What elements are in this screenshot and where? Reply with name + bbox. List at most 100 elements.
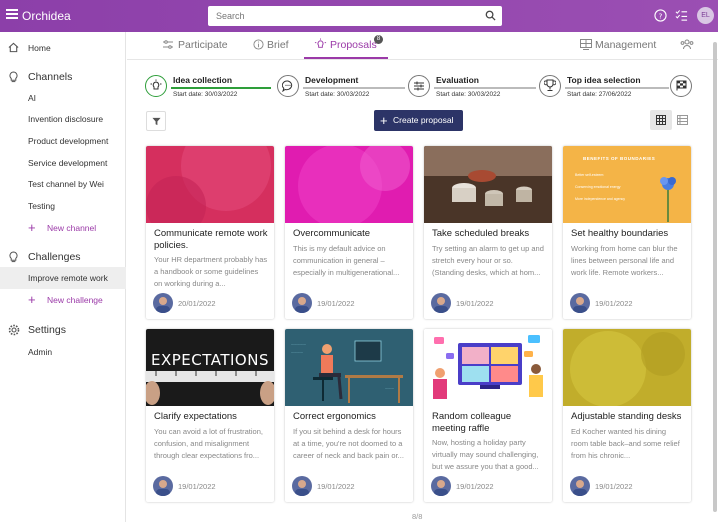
participate-icon — [163, 40, 173, 49]
stage-circle — [539, 75, 561, 97]
proposals-count-badge: 8 — [374, 35, 383, 44]
proposal-card[interactable]: Overcommunicate This is my default advic… — [285, 146, 413, 319]
chat-icon — [282, 80, 293, 92]
stage-name: Idea collection — [173, 75, 233, 85]
proposal-card[interactable]: Take scheduled breaks Try setting an ala… — [424, 146, 552, 319]
lightbulb-icon — [9, 71, 18, 83]
measuring-tape — [146, 371, 274, 405]
stage-progress-line — [565, 87, 669, 89]
avatar — [570, 293, 590, 313]
coffee-cups-photo — [424, 146, 552, 223]
search-input[interactable] — [216, 9, 476, 23]
stage-progress-line — [303, 87, 405, 89]
stage-date: Start date: 27/06/2022 — [567, 91, 632, 98]
grid-view-icon — [656, 115, 666, 125]
search-box[interactable] — [208, 6, 502, 26]
magenta-abstract-image — [298, 146, 410, 223]
ergonomics-illustration: ————— ———— ——— — [291, 340, 403, 403]
stage-progress-line — [434, 87, 536, 89]
stage-circle — [277, 75, 299, 97]
tab-proposals[interactable]: Proposals — [330, 39, 377, 51]
filter-button[interactable] — [146, 111, 166, 131]
home-icon — [8, 42, 19, 53]
stage-circle — [408, 75, 430, 97]
sidebar-item-label: Improve remote work — [28, 273, 108, 283]
list-view-icon — [677, 115, 688, 125]
sidebar-item-home[interactable]: Home — [0, 37, 126, 59]
boundaries-item: More independence and agency — [575, 197, 626, 201]
sidebar-section-challenges[interactable]: Challenges — [0, 246, 126, 268]
proposal-card[interactable]: Random colleague meeting raffle Now, hos… — [424, 329, 552, 502]
top-bar: Orchidea ? EL — [0, 0, 718, 32]
avatar — [153, 293, 173, 313]
avatar — [292, 293, 312, 313]
stage-idea-collection[interactable]: Idea collection Start date: 30/03/2022 — [145, 75, 273, 99]
card-date: 20/01/2022 — [178, 299, 216, 308]
sidebar-section-label: Challenges — [28, 251, 81, 263]
list-view-button[interactable] — [672, 110, 694, 130]
tab-management[interactable]: Management — [595, 39, 656, 51]
avatar — [292, 476, 312, 496]
sidebar-section-label: Settings — [28, 324, 66, 336]
stage-top-idea-selection[interactable]: Top idea selection Start date: 27/06/202… — [539, 75, 679, 99]
scrollbar-thumb[interactable] — [713, 42, 717, 512]
sidebar-item-channel[interactable]: Service development — [0, 152, 126, 174]
stage-date: Start date: 30/03/2022 — [305, 91, 370, 98]
boundaries-heading: BENEFITS OF BOUNDARIES — [583, 156, 656, 161]
tab-brief[interactable]: Brief — [267, 39, 289, 51]
card-image — [285, 146, 413, 223]
sidebar-section-settings[interactable]: Settings — [0, 319, 126, 341]
sidebar-item-channel[interactable]: AI — [0, 87, 126, 109]
new-challenge-button[interactable]: + New challenge — [0, 289, 126, 311]
user-avatar[interactable]: EL — [697, 7, 714, 24]
card-image — [563, 329, 691, 406]
card-image — [424, 146, 552, 223]
boundaries-item: Conserving emotional energy — [575, 185, 621, 189]
team-icon[interactable] — [680, 39, 694, 50]
create-proposal-button[interactable]: + Create proposal — [374, 110, 463, 131]
card-title: Clarify expectations — [154, 411, 237, 422]
management-icon — [580, 39, 592, 50]
new-challenge-label: New challenge — [47, 295, 103, 305]
sidebar-item-channel[interactable]: Test channel by Wei — [0, 173, 126, 195]
sidebar-item-channel[interactable]: Testing — [0, 195, 126, 217]
tab-participate[interactable]: Participate — [178, 39, 228, 51]
create-proposal-label: Create proposal — [393, 115, 454, 125]
tab-bar: Participate Brief Proposals 8 Management — [127, 32, 718, 60]
sidebar-item-channel[interactable]: Product development — [0, 130, 126, 152]
proposal-card[interactable]: Adjustable standing desks Ed Kocher want… — [563, 329, 691, 502]
sidebar-item-admin[interactable]: Admin — [0, 341, 126, 363]
proposal-card[interactable]: BENEFITS OF BOUNDARIES Better self-estee… — [563, 146, 691, 319]
new-channel-button[interactable]: + New channel — [0, 217, 126, 239]
plus-icon: + — [28, 292, 36, 307]
card-date: 19/01/2022 — [456, 482, 494, 491]
card-date: 19/01/2022 — [317, 482, 355, 491]
proposal-card[interactable]: EXPECTATIONS Clarify expectations You ca… — [146, 329, 274, 502]
grid-view-button[interactable] — [650, 110, 672, 130]
card-title: Random colleague meeting raffle — [432, 411, 512, 434]
scrollbar[interactable] — [712, 32, 718, 522]
stage-circle — [670, 75, 692, 97]
svg-text:———: ——— — [385, 386, 394, 390]
sidebar-item-label: Testing — [28, 201, 55, 211]
flower-icon — [660, 177, 676, 222]
proposal-card[interactable]: Communicate remote work policies. Your H… — [146, 146, 274, 319]
pagination-count: 8/8 — [412, 512, 423, 521]
menu-icon[interactable] — [6, 9, 18, 19]
search-icon[interactable] — [485, 10, 496, 21]
sidebar-section-channels[interactable]: Channels — [0, 66, 126, 88]
stage-name: Top idea selection — [567, 75, 641, 85]
sidebar-item-label: Product development — [28, 136, 109, 146]
sidebar-item-channel[interactable]: Invention disclosure — [0, 108, 126, 130]
proposal-card[interactable]: ————— ———— ——— Correct ergonomics If you… — [285, 329, 413, 502]
stage-finish[interactable] — [670, 75, 692, 99]
tasks-icon[interactable] — [675, 9, 688, 22]
sidebar-item-challenge[interactable]: Improve remote work — [0, 267, 126, 289]
video-call-illustration — [433, 335, 543, 399]
card-date: 19/01/2022 — [595, 299, 633, 308]
stage-evaluation[interactable]: Evaluation Start date: 30/03/2022 — [408, 75, 536, 99]
help-icon[interactable]: ? — [654, 9, 667, 22]
stage-development[interactable]: Development Start date: 30/03/2022 — [277, 75, 405, 99]
sidebar-section-label: Channels — [28, 71, 73, 83]
card-date: 19/01/2022 — [595, 482, 633, 491]
